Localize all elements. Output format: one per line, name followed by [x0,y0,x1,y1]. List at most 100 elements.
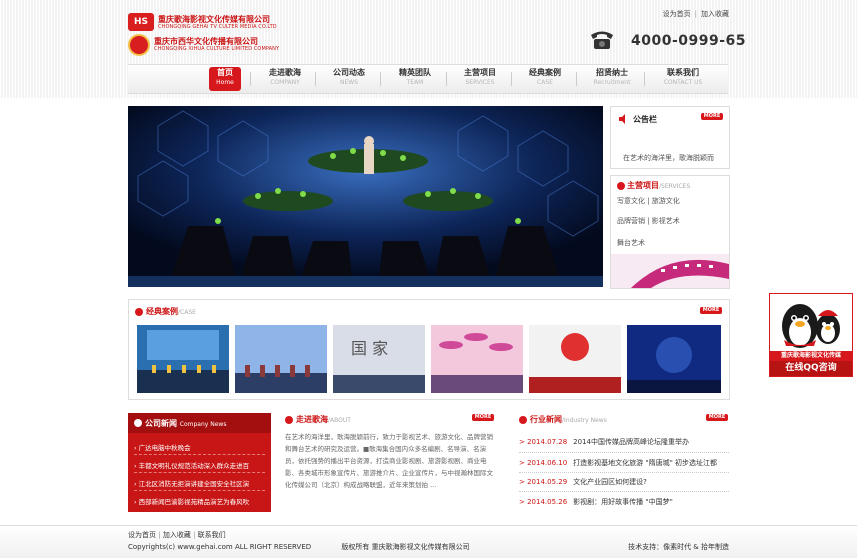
nav-divider [511,72,512,86]
nav-home[interactable]: 首页 Home [209,67,241,91]
news-title: 打造影视基地文化旅游 "隋唐城" 初步选址江都 [573,459,718,467]
add-favorite-link[interactable]: 加入收藏 [701,10,729,18]
link-separator: | [158,531,161,539]
nav-team-en: TEAM [406,79,424,86]
nav-divider [315,72,316,86]
qq-company-label: 重庆歌海影视文化传媒 [770,351,852,361]
company-news-item[interactable]: › 广达电脑中秋晚会 [134,442,267,452]
cases-panel: 经典案例/CASE MORE 国 家 [128,299,730,400]
nav-recruitment[interactable]: 招贤纳士 Recruitment [587,67,637,91]
footer-contact-link[interactable]: 联系我们 [198,531,226,539]
list-divider [519,491,729,493]
case-thumbnail[interactable]: 国 家 [333,325,425,393]
news-date: > 2014.07.28 [519,438,568,446]
hero-banner[interactable] [128,106,603,287]
nav-contact[interactable]: 联系我们 CONTACT US [656,67,710,91]
news-date: > 2014.05.26 [519,498,568,506]
service-item[interactable]: 舞台艺术 [617,238,645,248]
company-news-title-cn: 公司新闻 [145,419,177,428]
set-homepage-link[interactable]: 设为首页 [663,10,691,18]
notice-panel: 公告栏 MORE 在艺术的海洋里，歌海脱颖而 [610,106,730,169]
news-date: > 2014.05.29 [519,478,568,486]
news-title: 2014中国传媒品牌高峰论坛隆重举办 [573,438,689,446]
services-title-cn: 主营项目 [627,181,659,190]
industry-news-title-en: /Industry News [562,417,607,424]
list-divider [519,472,729,474]
news-title: 文化产业园区如何建设? [573,478,647,486]
nav-company-en: COMPANY [270,79,300,86]
company-news-item[interactable]: › 江北区消防无拒演讲建全国安全社区演 [134,478,267,488]
industry-news-title-cn: 行业新闻 [530,415,562,424]
nav-home-label: 首页 [217,68,233,77]
nav-recruitment-en: Recruitment [593,79,631,86]
notice-title: 公告栏 [633,115,657,124]
nav-news[interactable]: 公司动态 NEWS [326,67,372,91]
nav-divider [250,72,251,86]
qq-consult-widget[interactable]: 重庆歌海影视文化传媒 在线QQ咨询 [769,293,853,377]
case-thumbnail[interactable] [627,325,721,393]
nav-divider [380,72,381,86]
industry-news-more-button[interactable]: MORE [706,414,728,421]
company-news-item[interactable]: › 西部新闻巴渝影视苑精品演艺为春风吹 [134,496,267,506]
nav-team[interactable]: 精英团队 TEAM [392,67,438,91]
nav-case-en: CASE [537,79,553,86]
cases-title-en: /CASE [178,309,196,316]
case-thumbnail[interactable] [431,325,523,393]
about-title-en: /ABOUT [328,417,351,424]
case-image [529,325,621,393]
nav-services-label: 主营项目 [464,68,496,77]
nav-contact-label: 联系我们 [667,68,699,77]
list-divider [519,452,729,454]
service-item[interactable]: 写意文化 | 旅游文化 [617,196,680,206]
logo-xihua-icon [128,34,150,56]
nav-case[interactable]: 经典案例 CASE [522,67,568,91]
nav-case-label: 经典案例 [529,68,561,77]
industry-news-item[interactable]: > 2014.05.26 影视剧：用好故事传播 "中国梦" [519,497,729,509]
nav-recruitment-label: 招贤纳士 [596,68,628,77]
main-nav: 首页 Home 走进歌海 COMPANY 公司动态 NEWS 精英团队 TEAM… [128,64,728,94]
services-title: 主营项目/SERVICES [627,180,690,191]
qq-consult-button[interactable]: 在线QQ咨询 [770,361,852,376]
penguin-icon [770,294,852,351]
service-item[interactable]: 品牌营销 | 影视艺术 [617,216,680,226]
film-strip-image [611,254,729,288]
stage-performance-image [128,106,603,287]
case-calligraphy-text: 国 家 [351,339,389,358]
section-bullet-icon [134,419,142,427]
cases-title: 经典案例/CASE [146,306,196,317]
logo-hs-icon: HS [128,13,154,31]
list-divider [134,490,265,492]
about-title-cn: 走进歌海 [296,415,328,424]
notice-more-button[interactable]: MORE [701,113,723,120]
company-news-title-en: Company News [179,421,227,428]
nav-divider [644,72,645,86]
nav-company[interactable]: 走进歌海 COMPANY [262,67,308,91]
footer-add-favorite-link[interactable]: 加入收藏 [163,531,191,539]
cases-more-button[interactable]: MORE [700,307,722,314]
news-date: > 2014.06.10 [519,459,568,467]
case-thumbnail[interactable] [235,325,327,393]
nav-services[interactable]: 主营项目 SERVICES [457,67,503,91]
about-description: 在艺术的海洋里，歌海脱颖前行，致力于影视艺术、旅游文化、品牌营销和舞台艺术的研究… [285,433,493,489]
about-more-button[interactable]: MORE [472,414,494,421]
industry-news-item[interactable]: > 2014.07.28 2014中国传媒品牌高峰论坛隆重举办 [519,437,729,449]
case-image [627,325,721,393]
case-thumbnail[interactable] [137,325,229,393]
nav-contact-en: CONTACT US [663,79,703,86]
industry-news-item[interactable]: > 2014.05.29 文化产业园区如何建设? [519,477,729,489]
company-news-panel: 公司新闻 Company News › 广达电脑中秋晚会 › 丰都文明礼仪规范活… [128,413,271,512]
cases-title-cn: 经典案例 [146,307,178,316]
company-news-header: 公司新闻 Company News [128,413,271,433]
logo-xihua-en: CHONGQING XIHUA CULTURE LIMITED COMPANY [154,46,280,52]
nav-company-label: 走进歌海 [269,68,301,77]
nav-divider [576,72,577,86]
speaker-icon [619,114,625,124]
industry-news-item[interactable]: > 2014.06.10 打造影视基地文化旅游 "隋唐城" 初步选址江都 [519,458,729,470]
case-thumbnail[interactable] [529,325,621,393]
list-divider [134,472,265,474]
company-news-item[interactable]: › 丰都文明礼仪规范活动深入群众走进百 [134,460,267,470]
hotline-number: 4000-0999-65 [631,33,747,49]
section-bullet-icon [285,416,293,424]
footer-set-homepage-link[interactable]: 设为首页 [128,531,156,539]
about-title: 走进歌海/ABOUT [296,414,351,425]
